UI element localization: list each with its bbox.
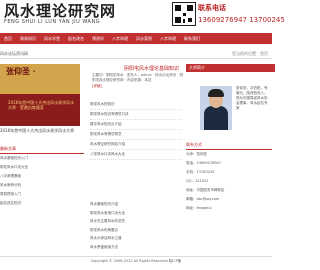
site-logo-pinyin: FENG SHUI LI LUN YAN JIU WANG xyxy=(4,19,101,25)
site-header: 风水理论研究网 FENG SHUI LI LUN YAN JIU WANG 联系… xyxy=(0,0,285,32)
banner-text: 2016年首中国十大杰出风水易学风水大师 · 受邀出席颁奖 xyxy=(8,100,75,110)
main-nav: 首页 周易知识 风水学堂 起名改名 预测学 八字命理 风水案例 八字命理 联系我… xyxy=(0,33,272,44)
site-logo[interactable]: 风水理论研究网 xyxy=(4,0,116,21)
contact-item[interactable]: 网址：fengshui xyxy=(186,204,272,213)
contact-box-header: 联系方式 xyxy=(186,140,272,150)
contact-item: QQ：121012 xyxy=(186,179,209,183)
latest-header: 最新文章 xyxy=(0,144,84,154)
article-meta: 主题词：阴阳宅风水 · 发布人：admin · 风水论坛资讯 · 阴阳宅风水理论… xyxy=(92,73,183,82)
list-item[interactable]: 风水案例分析 xyxy=(0,181,84,190)
contact-item: 手机：13700245 xyxy=(186,170,215,174)
breadcrumb-location: 您当前的位置：首页 xyxy=(232,51,268,56)
divider xyxy=(0,58,272,59)
list-item[interactable]: 风水基础知识介绍 xyxy=(90,200,182,209)
banner-title: 张仰圣 · xyxy=(6,66,36,76)
list-item[interactable]: 阴宅风水知识有哪些口诀 xyxy=(90,110,182,120)
contact-item: 地址：中国西安市碑林区 xyxy=(186,188,225,192)
profile-header: 大师简介 xyxy=(186,64,275,72)
list-item[interactable]: 风水大师谈风水之道 xyxy=(90,234,182,243)
list-item[interactable]: 风水理论研究网站介绍 xyxy=(90,140,182,150)
list-item[interactable]: 阴宅风水宝地口诀大全 xyxy=(90,209,182,218)
master-profile: 大师简介 张仰圣，字伯阳，号鼎元，陕西西安人，现为中国易经风水协会理事，风水起名… xyxy=(186,64,275,138)
breadcrumb[interactable]: 风水论坛资讯网 xyxy=(0,51,28,57)
list-item[interactable]: 周易预测入门 xyxy=(0,190,84,199)
list-item[interactable]: 八宅风水口诀风水大全 xyxy=(90,150,182,160)
contact-title: 联系电话 xyxy=(198,4,226,12)
list-item[interactable]: 楼宇风水知识点介绍 xyxy=(90,120,182,130)
list-item[interactable]: 八字命理基础 xyxy=(0,172,84,181)
qr-code-icon xyxy=(172,2,196,26)
contact-item: 邮箱：abc@qq.com xyxy=(186,197,220,201)
contact-box: 联系方式 大师：张仰圣 电话：13609276947 手机：13700245 Q… xyxy=(186,140,272,213)
nav-item[interactable]: 八字命理 xyxy=(156,36,180,42)
article-more-link[interactable]: [详细] xyxy=(92,84,102,89)
master-photo xyxy=(200,86,232,130)
footer-copyright: Copyright © 2006-2022 All Rights Reserve… xyxy=(90,259,182,263)
list-item[interactable]: 阳宅风水有哪些禁忌 xyxy=(90,130,182,140)
contact-phone: 13609276947 13700245 xyxy=(198,16,285,24)
nav-item[interactable]: 联系我们 xyxy=(180,36,204,42)
list-item[interactable]: 阳宅风水布局要点 xyxy=(90,226,182,235)
contact-item: 大师：张仰圣 xyxy=(186,152,207,156)
contact-item: 电话：13609276947 xyxy=(186,161,221,165)
list-item[interactable]: 风水罗盘使用方法 xyxy=(90,243,182,252)
nav-item[interactable]: 风水案例 xyxy=(132,36,156,42)
article-list-2: 风水基础知识介绍 阴宅风水宝地口诀大全 风水先生看风水的讲究 阳宅风水布局要点 … xyxy=(90,200,182,251)
list-item[interactable]: 风水先生看风水的讲究 xyxy=(90,217,182,226)
nav-item[interactable]: 风水学堂 xyxy=(40,36,64,42)
article-list: 阴宅风水的知识 阴宅风水知识有哪些口诀 楼宇风水知识点介绍 阳宅风水有哪些禁忌 … xyxy=(90,100,182,160)
footer-divider xyxy=(0,256,272,257)
list-item[interactable]: 起名改名知识 xyxy=(0,199,84,208)
profile-text: 张仰圣，字伯阳，号鼎元，陕西西安人，现为中国易经风水协会理事，风水起名专家 xyxy=(236,86,268,110)
nav-item[interactable]: 周易知识 xyxy=(16,36,40,42)
promo-banner[interactable]: 张仰圣 · 2016年首中国十大杰出风水易学风水大师 · 受邀出席颁奖 xyxy=(0,64,80,126)
list-item[interactable]: 阴宅风水的知识 xyxy=(90,100,182,110)
nav-item[interactable]: 预测学 xyxy=(88,36,108,42)
nav-item[interactable]: 首页 xyxy=(0,36,16,42)
nav-item[interactable]: 起名改名 xyxy=(64,36,88,42)
article-title[interactable]: 阴阳宅风水理论基础知识 xyxy=(124,65,179,72)
nav-item[interactable]: 八字命理 xyxy=(108,36,132,42)
banner-caption[interactable]: 2016年首中国十大杰出风水易学风水大师 xyxy=(0,128,84,134)
list-item[interactable]: 阴宅风水口诀大全 xyxy=(0,163,84,172)
latest-articles: 最新文章 风水基础知识入门 阴宅风水口诀大全 八字命理基础 风水案例分析 周易预… xyxy=(0,144,84,208)
list-item[interactable]: 风水基础知识入门 xyxy=(0,154,84,163)
